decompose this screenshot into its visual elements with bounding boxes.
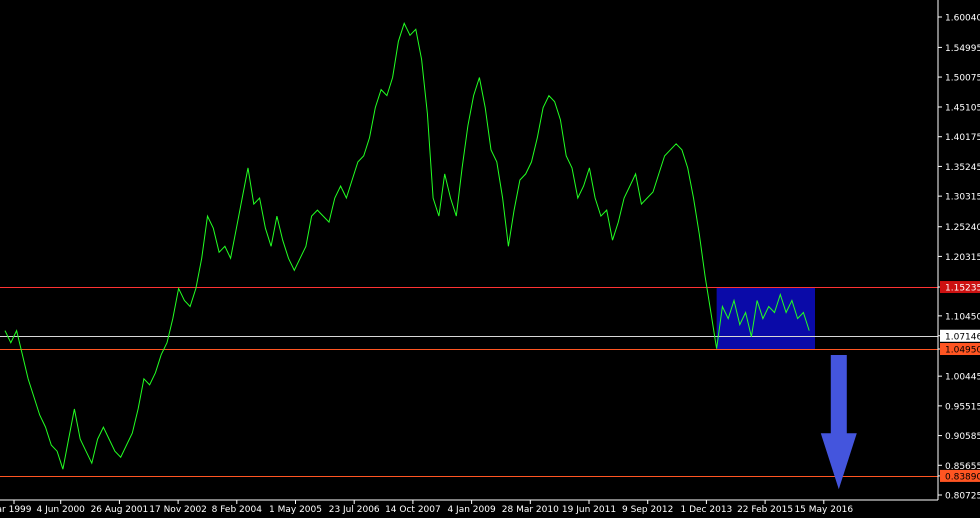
y-tick-label: 1.25240 <box>945 223 980 233</box>
y-tick-label: 1.30315 <box>945 193 980 203</box>
x-tick-label: 26 Aug 2001 <box>91 505 149 515</box>
x-tick-label: 8 Feb 2004 <box>212 505 263 515</box>
x-tick-label: 19 Jun 2011 <box>562 505 616 515</box>
y-tick-label: 1.60040 <box>945 14 980 24</box>
x-tick-label: 4 Jan 2009 <box>447 505 495 515</box>
level-price-label: 0.83890 <box>945 472 980 482</box>
y-tick-label: 1.00445 <box>945 373 980 383</box>
consolidation-range-box <box>716 287 815 350</box>
x-tick-label: 23 Jul 2006 <box>329 505 380 515</box>
x-tick-label: 22 Feb 2015 <box>737 505 793 515</box>
x-tick-label: 17 Nov 2002 <box>149 505 207 515</box>
level-price-label: 1.15235 <box>945 284 980 294</box>
forex-line-chart: 1.60040 1.54995 1.50075 1.45105 1.40175 1.352… <box>0 0 980 518</box>
x-tick-label: 14 Oct 2007 <box>385 505 441 515</box>
x-tick-label: 1 Dec 2013 <box>681 505 733 515</box>
level-price-label: 1.04950 <box>945 346 980 356</box>
x-tick-label: 9 Sep 2012 <box>622 505 673 515</box>
x-tick-label: 4 Jun 2000 <box>36 505 85 515</box>
y-tick-label: 0.80725 <box>945 492 980 502</box>
level-price-label: 1.07146 <box>945 332 980 342</box>
x-tick-label: ar 1999 <box>0 505 32 515</box>
y-tick-label: 1.54995 <box>945 44 980 54</box>
x-tick-label: 1 May 2005 <box>269 505 322 515</box>
y-tick-label: 1.10450 <box>945 312 980 322</box>
y-tick-label: 1.20315 <box>945 253 980 263</box>
y-tick-label: 1.50075 <box>945 74 980 84</box>
y-tick-label: 0.95515 <box>945 402 980 412</box>
x-tick-label: 15 May 2016 <box>794 505 853 515</box>
y-tick-label: 1.40175 <box>945 133 980 143</box>
y-tick-label: 1.45105 <box>945 104 980 114</box>
y-tick-label: 0.90585 <box>945 432 980 442</box>
x-tick-label: 28 Mar 2010 <box>502 505 559 515</box>
y-tick-label: 1.35245 <box>945 163 980 173</box>
